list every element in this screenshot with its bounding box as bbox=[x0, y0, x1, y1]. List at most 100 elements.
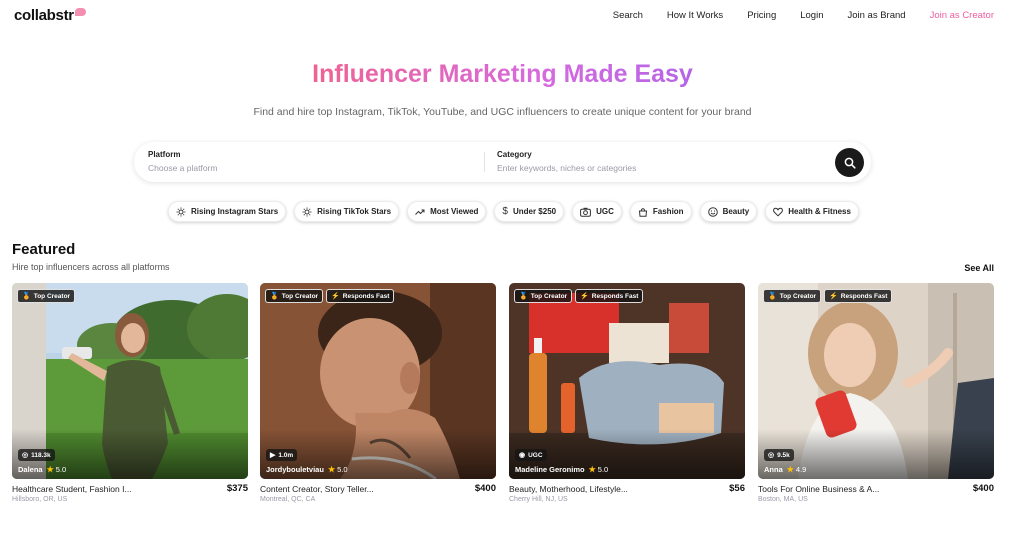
chip-label: Under $250 bbox=[512, 207, 557, 216]
chip-label: Fashion bbox=[652, 207, 684, 216]
creator-name-rating: Madeline Geronimo ★ 5.0 bbox=[515, 465, 608, 474]
chip-most-viewed[interactable]: Most Viewed bbox=[407, 201, 487, 222]
category-label: Category bbox=[497, 150, 532, 159]
nav-pricing-link[interactable]: Pricing bbox=[747, 10, 776, 21]
creator-photo[interactable]: 🏅 Top Creator ⚡ Responds Fast ◉ UGC Madelin… bbox=[509, 283, 745, 479]
chip-beauty[interactable]: Beauty bbox=[699, 201, 758, 222]
instagram-icon: ◎ bbox=[22, 452, 29, 459]
youtube-icon: ▶ bbox=[270, 452, 276, 459]
chip-rising-tiktok[interactable]: Rising TikTok Stars bbox=[294, 201, 400, 222]
creator-photo[interactable]: 🏅 Top Creator ◎ 118.3k Dalena ★ 5.0 bbox=[12, 283, 248, 479]
nav-join-creator-link[interactable]: Join as Creator bbox=[930, 10, 994, 21]
smile-icon bbox=[707, 206, 718, 217]
sun-icon bbox=[176, 207, 186, 217]
see-all-link[interactable]: See All bbox=[964, 263, 994, 273]
creator-location: Montreal, QC, CA bbox=[260, 496, 316, 503]
follower-count: 118.3k bbox=[31, 451, 51, 459]
follower-count: 1.0m bbox=[278, 451, 294, 459]
follower-stat: ▶ 1.0m bbox=[266, 449, 298, 461]
camera-icon: ◉ bbox=[519, 452, 526, 459]
follower-count: 9.5k bbox=[777, 451, 790, 459]
creator-name: Jordybouletviau bbox=[266, 465, 324, 474]
chip-label: Health & Fitness bbox=[788, 207, 851, 216]
follower-stat: ◉ UGC bbox=[515, 449, 547, 461]
creator-price: $400 bbox=[474, 483, 496, 494]
nav-how-it-works-link[interactable]: How It Works bbox=[667, 10, 723, 21]
category-placeholder: Enter keywords, niches or categories bbox=[497, 163, 637, 173]
creator-rating: 5.0 bbox=[337, 465, 348, 474]
chip-fashion[interactable]: Fashion bbox=[629, 201, 692, 222]
chip-label: UGC bbox=[596, 207, 614, 216]
chip-label: Rising TikTok Stars bbox=[317, 207, 392, 216]
trending-icon bbox=[415, 207, 425, 217]
creator-card[interactable]: 🏅 Top Creator ⚡ Responds Fast ◎ 9.5k Anna ★ 4… bbox=[758, 283, 994, 513]
creator-location: Cherry Hill, NJ, US bbox=[509, 496, 568, 503]
creator-rating: 5.0 bbox=[55, 465, 67, 474]
creator-price: $375 bbox=[226, 483, 248, 494]
creator-description: Healthcare Student, Fashion I... bbox=[12, 484, 132, 494]
card-info: Tools For Online Business & A... $400 Bo… bbox=[758, 479, 994, 513]
card-badges: 🏅 Top Creator ⚡ Responds Fast bbox=[763, 289, 893, 303]
chip-ugc[interactable]: UGC bbox=[572, 201, 622, 222]
platform-field[interactable]: Platform Choose a platform bbox=[148, 150, 478, 173]
chip-health-fitness[interactable]: Health & Fitness bbox=[765, 201, 859, 222]
chip-rising-instagram[interactable]: Rising Instagram Stars bbox=[168, 201, 287, 222]
chip-label: Most Viewed bbox=[430, 207, 479, 216]
badge-label: Top Creator bbox=[530, 292, 568, 300]
platform-label: Platform bbox=[148, 150, 181, 159]
star-icon: ★ bbox=[786, 465, 794, 474]
chip-label: Beauty bbox=[722, 207, 750, 216]
award-icon: 🏅 bbox=[768, 293, 777, 300]
category-field[interactable]: Category Enter keywords, niches or categ… bbox=[497, 150, 827, 173]
badge-label: Top Creator bbox=[33, 292, 71, 300]
chip-under-250[interactable]: $ Under $250 bbox=[494, 201, 565, 222]
nav-join-brand-link[interactable]: Join as Brand bbox=[847, 10, 905, 21]
creator-photo[interactable]: 🏅 Top Creator ⚡ Responds Fast ▶ 1.0m Jordyb… bbox=[260, 283, 496, 479]
category-chips: Rising Instagram Stars Rising TikTok Sta… bbox=[168, 201, 859, 222]
search-button[interactable] bbox=[835, 148, 864, 177]
collabstr-logo[interactable]: collabstr bbox=[14, 7, 86, 24]
responds-fast-badge: ⚡ Responds Fast bbox=[575, 289, 644, 303]
follower-stat: ◎ 118.3k bbox=[18, 449, 55, 461]
bolt-icon: ⚡ bbox=[580, 293, 589, 300]
creator-price: $400 bbox=[972, 483, 994, 494]
top-creator-badge: 🏅 Top Creator bbox=[17, 289, 76, 303]
search-divider bbox=[484, 152, 485, 172]
badge-label: Responds Fast bbox=[840, 292, 888, 300]
creator-name-rating: Dalena ★ 5.0 bbox=[18, 465, 66, 474]
bolt-icon: ⚡ bbox=[829, 293, 838, 300]
creator-rating: 5.0 bbox=[597, 465, 609, 474]
responds-fast-badge: ⚡ Responds Fast bbox=[824, 289, 893, 303]
platform-placeholder: Choose a platform bbox=[148, 163, 218, 173]
star-icon: ★ bbox=[588, 465, 596, 474]
top-nav: collabstr Search How It Works Pricing Lo… bbox=[0, 0, 1024, 32]
badge-label: Top Creator bbox=[779, 292, 817, 300]
creator-name-rating: Anna ★ 4.9 bbox=[764, 465, 806, 474]
card-badges: 🏅 Top Creator ⚡ Responds Fast bbox=[265, 289, 395, 303]
card-badges: 🏅 Top Creator bbox=[17, 289, 76, 303]
search-icon bbox=[844, 157, 856, 169]
sun-icon bbox=[302, 207, 312, 217]
card-info: Beauty, Motherhood, Lifestyle... $56 Che… bbox=[509, 479, 745, 513]
top-creator-badge: 🏅 Top Creator bbox=[265, 289, 324, 303]
featured-subtitle: Hire top influencers across all platform… bbox=[12, 262, 170, 272]
creator-card[interactable]: 🏅 Top Creator ◎ 118.3k Dalena ★ 5.0 Healthca… bbox=[12, 283, 248, 513]
creator-card[interactable]: 🏅 Top Creator ⚡ Responds Fast ▶ 1.0m Jordyb… bbox=[260, 283, 496, 513]
responds-fast-badge: ⚡ Responds Fast bbox=[326, 289, 395, 303]
hero-title: Influencer Marketing Made Easy bbox=[0, 60, 1005, 89]
award-icon: 🏅 bbox=[519, 293, 528, 300]
creator-name: Madeline Geronimo bbox=[515, 465, 585, 474]
creator-name: Anna bbox=[764, 465, 783, 474]
featured-title: Featured bbox=[12, 241, 76, 258]
nav-search-link[interactable]: Search bbox=[613, 10, 643, 21]
nav-login-link[interactable]: Login bbox=[800, 10, 823, 21]
dollar-icon: $ bbox=[502, 206, 508, 217]
creator-card[interactable]: 🏅 Top Creator ⚡ Responds Fast ◉ UGC Madelin… bbox=[509, 283, 745, 513]
search-bar: Platform Choose a platform Category Ente… bbox=[134, 142, 871, 182]
bag-icon bbox=[638, 207, 648, 217]
creator-photo[interactable]: 🏅 Top Creator ⚡ Responds Fast ◎ 9.5k Anna ★ 4… bbox=[758, 283, 994, 479]
award-icon: 🏅 bbox=[270, 293, 279, 300]
logo-text: collabstr bbox=[14, 7, 74, 24]
creator-description: Content Creator, Story Teller... bbox=[260, 484, 374, 494]
hero-subtitle: Find and hire top Instagram, TikTok, You… bbox=[253, 106, 752, 118]
